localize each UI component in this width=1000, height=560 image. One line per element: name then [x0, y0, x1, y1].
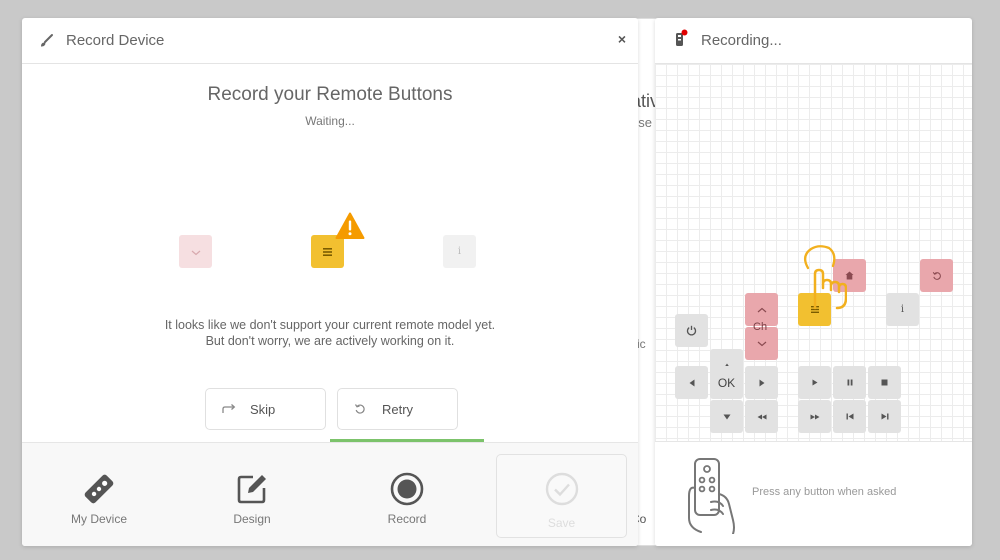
next-track-button[interactable]	[868, 400, 901, 433]
panel-title: Recording...	[701, 32, 782, 49]
record-icon	[389, 471, 425, 507]
channel-label: Ch	[753, 321, 768, 333]
brush-icon	[38, 33, 54, 49]
info-button[interactable]: i	[886, 293, 919, 326]
edit-icon	[234, 471, 270, 507]
fast-forward-icon	[810, 414, 820, 420]
chevron-down-icon	[757, 341, 767, 347]
retry-button[interactable]: Retry	[337, 388, 458, 430]
hand-holding-remote-icon	[685, 456, 739, 539]
warning-icon	[335, 212, 365, 240]
dialog-header: Record Device	[22, 18, 638, 64]
page-title: Record your Remote Buttons	[207, 84, 453, 105]
ok-button[interactable]: OK	[710, 366, 743, 399]
panel-header: Recording...	[655, 18, 972, 64]
hint-text: Press any button when asked	[752, 486, 897, 498]
tab-label: Design	[233, 512, 271, 526]
recording-panel: Recording... OK Ch i Press any button wh…	[655, 18, 972, 546]
skip-forward-icon	[881, 413, 889, 420]
message-line: But don't worry, we are actively working…	[205, 334, 455, 348]
remote-icon	[81, 471, 117, 507]
retry-label: Retry	[382, 401, 414, 417]
dialog-title: Record Device	[66, 32, 165, 49]
dpad-down-button[interactable]	[710, 400, 743, 433]
wizard-tabs: My Device Design Record Save	[22, 442, 638, 546]
previous-button-preview	[179, 235, 212, 268]
recording-remote-icon	[673, 29, 689, 52]
save-label: Save	[547, 516, 576, 530]
rewind-button[interactable]	[745, 400, 778, 433]
info-icon: i	[457, 246, 462, 257]
message-line: It looks like we don't support your curr…	[164, 318, 496, 332]
panel-footer: Press any button when asked	[655, 441, 972, 546]
arrow-left-icon	[689, 379, 695, 387]
check-circle-icon	[545, 472, 579, 511]
remote-layout-grid: OK Ch i	[655, 64, 972, 441]
back-button[interactable]	[920, 259, 953, 292]
close-button[interactable]: ×	[618, 31, 626, 47]
previous-track-button[interactable]	[833, 400, 866, 433]
back-icon	[932, 271, 942, 281]
tab-label: My Device	[70, 512, 127, 526]
dpad-left-button[interactable]	[675, 366, 708, 399]
dpad-right-button[interactable]	[745, 366, 778, 399]
skip-arrow-icon	[222, 402, 236, 416]
record-device-dialog: Record Device × Record your Remote Butto…	[22, 18, 638, 546]
power-button[interactable]	[675, 314, 708, 347]
chevron-down-icon	[191, 243, 201, 261]
arrow-down-icon	[723, 414, 731, 420]
menu-icon	[323, 243, 332, 261]
save-button[interactable]: Save	[496, 454, 627, 538]
skip-label: Skip	[250, 401, 276, 417]
play-icon	[812, 379, 818, 386]
tab-my-device[interactable]: My Device	[24, 443, 174, 546]
fast-forward-button[interactable]	[798, 400, 831, 433]
retry-icon	[354, 402, 368, 416]
tab-record[interactable]: Record	[332, 443, 482, 546]
next-button-preview: i	[443, 235, 476, 268]
stop-button[interactable]	[868, 366, 901, 399]
info-icon: i	[900, 304, 905, 315]
skip-button[interactable]: Skip	[205, 388, 326, 430]
chevron-up-icon	[757, 307, 767, 313]
power-icon	[686, 325, 697, 336]
ok-label: OK	[717, 375, 736, 390]
status-text: Waiting...	[305, 114, 355, 128]
stop-icon	[881, 379, 888, 386]
tab-label: Record	[387, 512, 427, 526]
arrow-right-icon	[759, 379, 765, 387]
pause-button[interactable]	[833, 366, 866, 399]
pause-icon	[847, 379, 853, 386]
unsupported-message: It looks like we don't support your curr…	[22, 317, 638, 349]
rewind-icon	[757, 414, 767, 420]
play-button[interactable]	[798, 366, 831, 399]
tab-design[interactable]: Design	[177, 443, 327, 546]
pointing-hand-icon	[795, 244, 848, 310]
skip-back-icon	[846, 413, 854, 420]
